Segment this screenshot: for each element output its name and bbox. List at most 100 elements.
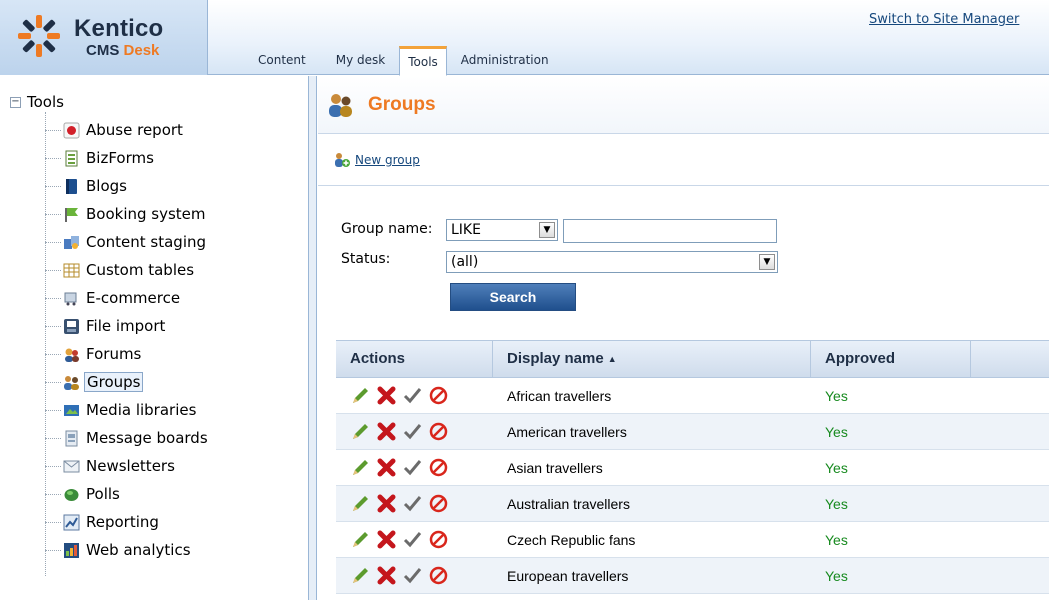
tree-item-ecommerce[interactable]: E-commerce [45, 286, 182, 310]
row-actions [336, 421, 493, 442]
edit-icon[interactable] [350, 457, 371, 478]
page-title: Groups [368, 94, 436, 115]
tab-my-desk[interactable]: My desk [328, 45, 393, 75]
edit-icon[interactable] [350, 529, 371, 550]
edit-icon[interactable] [350, 565, 371, 586]
tab-tools[interactable]: Tools [399, 46, 447, 76]
reject-icon[interactable] [428, 457, 449, 478]
delete-icon[interactable] [376, 457, 397, 478]
new-group-label: New group [355, 153, 420, 167]
abuse-report-icon [63, 122, 80, 138]
logo-brand: Kentico [74, 15, 164, 42]
tree-item-bizforms[interactable]: BizForms [45, 146, 156, 170]
tree-item-forums[interactable]: Forums [45, 342, 143, 366]
collapse-icon[interactable]: − [10, 96, 21, 108]
row-actions [336, 565, 493, 586]
tree-item-content-staging[interactable]: Content staging [45, 230, 208, 254]
search-button[interactable]: Search [450, 283, 576, 311]
operator-select[interactable]: LIKE ▼ [446, 219, 558, 241]
cell-approved: Yes [825, 459, 848, 476]
cell-display-name: African travellers [507, 387, 612, 404]
tree-item-label: Polls [86, 485, 120, 503]
media-libraries-icon [64, 404, 79, 416]
row-actions [336, 385, 493, 406]
tree-item-abuse-report[interactable]: Abuse report [45, 118, 185, 142]
cell-display-name: American travellers [507, 423, 627, 440]
tree-root-label: Tools [27, 93, 64, 111]
delete-icon[interactable] [376, 565, 397, 586]
table-row: American travellers Yes [336, 414, 1049, 450]
cell-approved: Yes [825, 567, 848, 584]
reject-icon[interactable] [428, 529, 449, 550]
reject-icon[interactable] [428, 493, 449, 514]
blogs-icon [66, 178, 77, 194]
approve-icon[interactable] [402, 565, 423, 586]
delete-icon[interactable] [376, 421, 397, 442]
reporting-icon [63, 514, 80, 530]
reject-icon[interactable] [428, 385, 449, 406]
edit-icon[interactable] [350, 421, 371, 442]
cell-display-name: Australian travellers [507, 495, 630, 512]
tab-content[interactable]: Content [250, 45, 314, 75]
groups-grid: Actions Display name ▲ Approved African t… [336, 340, 1049, 594]
edit-icon[interactable] [350, 493, 371, 514]
cell-display-name: Czech Republic fans [507, 531, 636, 548]
tree-item-reporting[interactable]: Reporting [45, 510, 161, 534]
forums-icon [65, 348, 79, 362]
tree-item-label: Newsletters [86, 457, 175, 475]
row-actions [336, 457, 493, 478]
tree-item-label: Message boards [86, 429, 208, 447]
approve-icon[interactable] [402, 529, 423, 550]
tab-administration[interactable]: Administration [453, 45, 557, 75]
tree-item-media-libraries[interactable]: Media libraries [45, 398, 198, 422]
cell-display-name: Asian travellers [507, 459, 603, 476]
approve-icon[interactable] [402, 421, 423, 442]
panel-splitter[interactable] [309, 76, 317, 600]
delete-icon[interactable] [376, 493, 397, 514]
bizforms-icon [65, 150, 78, 166]
dropdown-arrow-icon[interactable]: ▼ [539, 222, 555, 238]
ecommerce-icon [64, 292, 77, 305]
tree-item-label: Reporting [86, 513, 159, 531]
tree-item-message-boards[interactable]: Message boards [45, 426, 210, 450]
header-display-name[interactable]: Display name ▲ [493, 341, 811, 377]
group-name-input[interactable] [563, 219, 777, 243]
edit-icon[interactable] [350, 385, 371, 406]
new-group-link[interactable]: New group [334, 152, 420, 168]
tree-item-newsletters[interactable]: Newsletters [45, 454, 177, 478]
tree-item-label: BizForms [86, 149, 154, 167]
reject-icon[interactable] [428, 421, 449, 442]
delete-icon[interactable] [376, 529, 397, 550]
status-value: (all) [451, 254, 479, 270]
tree-item-polls[interactable]: Polls [45, 482, 122, 506]
tree-item-groups[interactable]: Groups [45, 370, 144, 394]
group-name-label: Group name: [341, 221, 433, 237]
cell-approved: Yes [825, 495, 848, 512]
main-tabs: Content My desk Tools Administration [250, 45, 557, 76]
table-row: European travellers Yes [336, 558, 1049, 594]
approve-icon[interactable] [402, 457, 423, 478]
message-boards-icon [65, 430, 78, 446]
approve-icon[interactable] [402, 493, 423, 514]
dropdown-arrow-icon[interactable]: ▼ [759, 254, 775, 270]
content-staging-icon [64, 235, 79, 249]
cell-approved: Yes [825, 387, 848, 404]
approve-icon[interactable] [402, 385, 423, 406]
tree-root[interactable]: − Tools [10, 93, 64, 111]
tree-item-web-analytics[interactable]: Web analytics [45, 538, 193, 562]
status-select[interactable]: (all) ▼ [446, 251, 778, 273]
title-bar: Groups [318, 76, 1049, 134]
tree-item-label: Web analytics [86, 541, 191, 559]
table-row: African travellers Yes [336, 378, 1049, 414]
tree-item-file-import[interactable]: File import [45, 314, 167, 338]
table-row: Asian travellers Yes [336, 450, 1049, 486]
switch-to-site-manager-link[interactable]: Switch to Site Manager [869, 12, 1019, 27]
header-approved[interactable]: Approved [811, 341, 971, 377]
tree-item-blogs[interactable]: Blogs [45, 174, 129, 198]
tree-item-custom-tables[interactable]: Custom tables [45, 258, 196, 282]
new-group-icon [335, 153, 350, 167]
delete-icon[interactable] [376, 385, 397, 406]
reject-icon[interactable] [428, 565, 449, 586]
tree-item-booking-system[interactable]: Booking system [45, 202, 208, 226]
tree-item-label: Forums [86, 345, 142, 363]
